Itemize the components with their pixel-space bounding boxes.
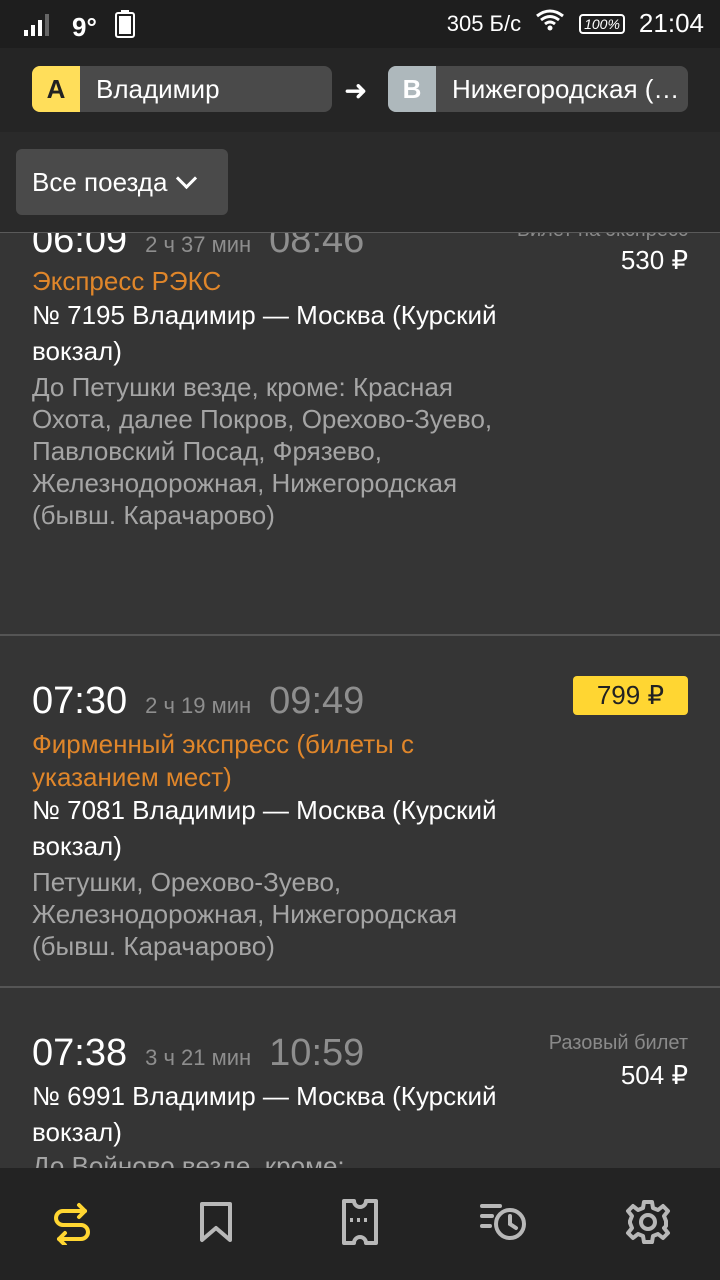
- arrival-time: 08:46: [269, 232, 365, 261]
- wifi-icon: [535, 9, 565, 38]
- to-station-field[interactable]: B Нижегородская (бывш. Карачарово): [388, 66, 688, 112]
- train-route: № 7081 Владимир — Москва (Курский вокзал…: [32, 795, 497, 861]
- nav-routes[interactable]: [0, 1168, 144, 1280]
- status-bar: 9° 305 Б/с 100% 21:04: [0, 0, 720, 48]
- net-speed: 305 Б/с: [446, 10, 522, 36]
- train-name: Фирменный экспресс (билеты с указанием м…: [32, 729, 415, 792]
- train-name: Экспресс РЭКС: [32, 266, 222, 296]
- train-item[interactable]: 07:30 2 ч 19 мин 09:49 Фирменный экспрес…: [0, 636, 720, 988]
- departure-time: 07:38: [32, 1032, 128, 1074]
- price: 504 ₽: [620, 1060, 688, 1090]
- from-station-field[interactable]: A Владимир: [32, 66, 332, 112]
- train-route: № 7195 Владимир — Москва (Курский вокзал…: [32, 300, 497, 366]
- price: 530 ₽: [620, 245, 688, 275]
- history-icon: [480, 1200, 528, 1249]
- nav-settings[interactable]: [576, 1168, 720, 1280]
- ticket-type: Разовый билет: [548, 1032, 688, 1054]
- battery-small-icon: [114, 10, 135, 45]
- route-bar: A Владимир ➜ B Нижегородская (бывш. Кара…: [0, 48, 720, 132]
- departure-time: 07:30: [32, 680, 128, 722]
- nav-bookmarks[interactable]: [144, 1168, 288, 1280]
- chevron-down-icon: [176, 167, 198, 189]
- train-item[interactable]: 06:09 2 ч 37 мин 08:46 Экспресс РЭКС № 7…: [0, 232, 720, 636]
- from-badge: A: [32, 66, 80, 112]
- clock: 21:04: [638, 8, 704, 38]
- bookmark-icon: [198, 1201, 234, 1248]
- arrow-right-icon[interactable]: ➜: [344, 74, 367, 107]
- train-stops: До Войново везде, кроме:: [32, 1151, 345, 1169]
- train-filter-dropdown[interactable]: Все поезда: [16, 149, 228, 215]
- duration: 2 ч 37 мин: [145, 232, 252, 257]
- nav-tickets[interactable]: [288, 1168, 432, 1280]
- duration: 2 ч 19 мин: [145, 693, 252, 718]
- train-route: № 6991 Владимир — Москва (Курский вокзал…: [32, 1081, 497, 1147]
- filter-bar: Все поезда: [0, 132, 720, 232]
- routes-icon: [49, 1199, 95, 1250]
- temperature: 9°: [72, 12, 97, 42]
- battery-level: 100%: [579, 13, 625, 34]
- to-badge: B: [388, 66, 436, 112]
- filter-label: Все поезда: [32, 166, 168, 197]
- train-stops: Петушки, Орехово-Зуево, Железнодорожная,…: [32, 867, 458, 961]
- arrival-time: 10:59: [269, 1032, 365, 1074]
- ticket-type: Билет на экспресс: [517, 233, 688, 242]
- signal-icon: [24, 12, 54, 43]
- departure-time: 06:09: [32, 232, 128, 261]
- settings-icon: [625, 1199, 671, 1250]
- bottom-navigation: [0, 1168, 720, 1280]
- train-item[interactable]: 07:38 3 ч 21 мин 10:59 № 6991 Владимир —…: [0, 988, 720, 1169]
- to-station-name: Нижегородская (бывш. Карачарово): [452, 73, 688, 104]
- nav-history[interactable]: [432, 1168, 576, 1280]
- train-list: 06:09 2 ч 37 мин 08:46 Экспресс РЭКС № 7…: [0, 232, 720, 1169]
- train-stops: До Петушки везде, кроме: Красная Охота, …: [32, 372, 493, 530]
- price-badge[interactable]: 799 ₽: [572, 676, 688, 715]
- duration: 3 ч 21 мин: [145, 1045, 252, 1070]
- arrival-time: 09:49: [269, 680, 365, 722]
- from-station-name: Владимир: [96, 73, 220, 104]
- ticket-icon: [340, 1198, 380, 1251]
